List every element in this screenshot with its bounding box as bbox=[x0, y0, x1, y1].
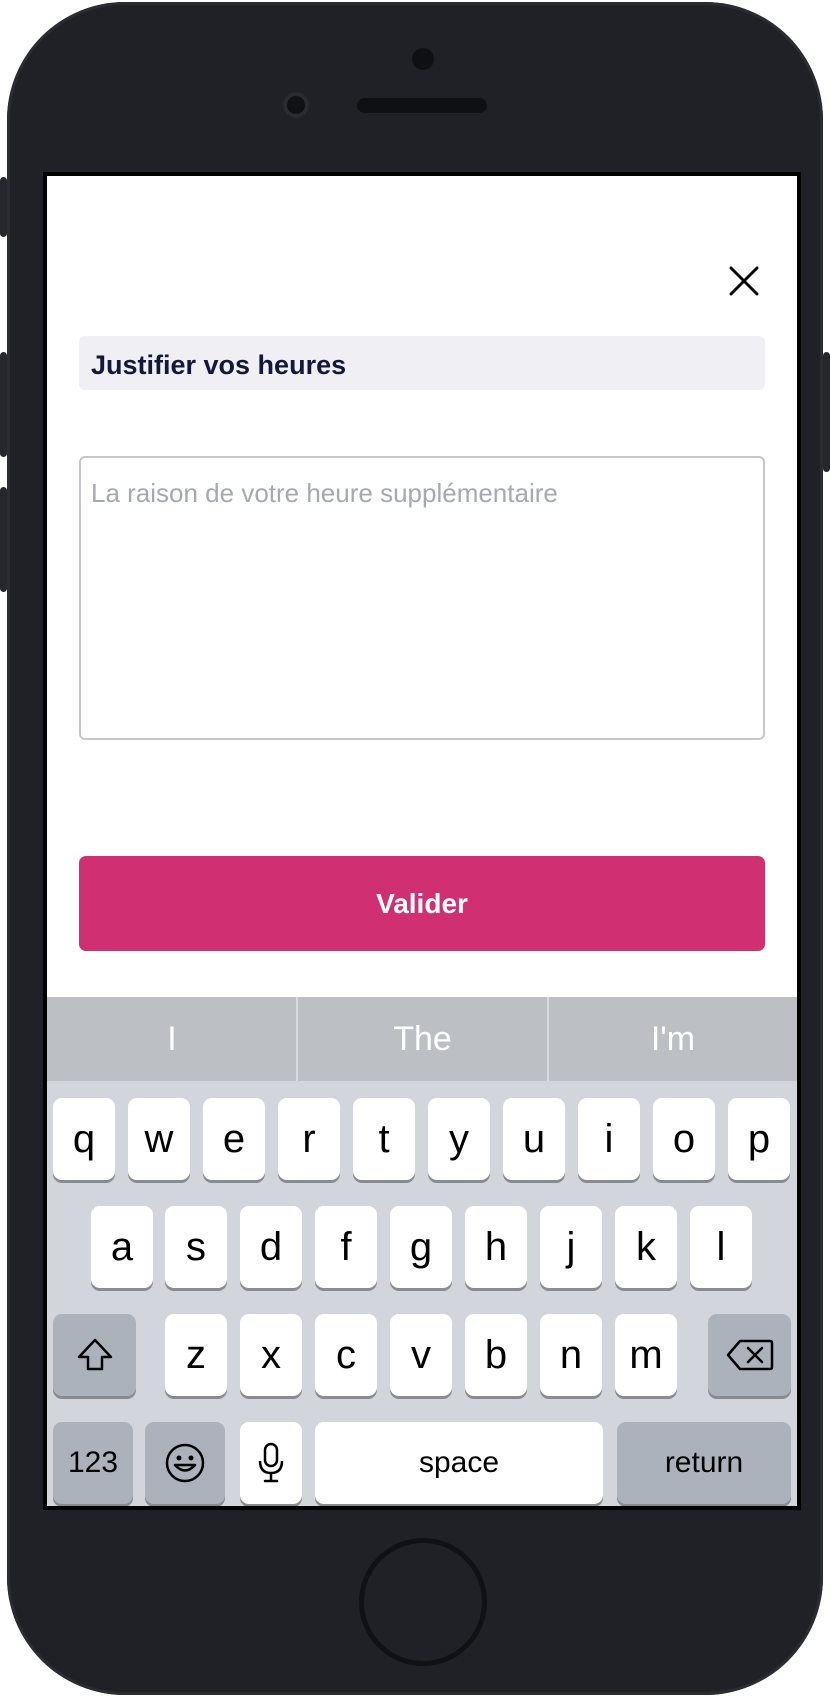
key-x[interactable]: x bbox=[240, 1314, 302, 1396]
reason-field[interactable] bbox=[79, 456, 765, 740]
valider-button[interactable]: Valider bbox=[79, 856, 765, 951]
justify-hours-modal: Justifier vos heures Valider I The I'm q… bbox=[47, 176, 797, 1506]
earpiece-speaker bbox=[357, 98, 487, 113]
key-p[interactable]: p bbox=[728, 1098, 790, 1180]
key-v[interactable]: v bbox=[390, 1314, 452, 1396]
power-button bbox=[823, 352, 830, 472]
prediction-suggestion[interactable]: The bbox=[298, 997, 547, 1081]
key-q[interactable]: q bbox=[53, 1098, 115, 1180]
key-a[interactable]: a bbox=[91, 1206, 153, 1288]
proximity-sensor bbox=[412, 48, 434, 70]
front-camera bbox=[283, 92, 309, 118]
key-y[interactable]: y bbox=[428, 1098, 490, 1180]
volume-down-button bbox=[0, 487, 7, 592]
shift-key[interactable] bbox=[53, 1314, 136, 1396]
key-b[interactable]: b bbox=[465, 1314, 527, 1396]
ios-keyboard: I The I'm q w e r t y u i o p a s d f g … bbox=[47, 997, 797, 1506]
home-button[interactable] bbox=[359, 1538, 487, 1666]
close-icon bbox=[729, 266, 759, 296]
key-k[interactable]: k bbox=[615, 1206, 677, 1288]
emoji-icon bbox=[165, 1443, 205, 1483]
microphone-key[interactable] bbox=[240, 1422, 302, 1504]
key-w[interactable]: w bbox=[128, 1098, 190, 1180]
shift-icon bbox=[77, 1338, 112, 1371]
mute-switch bbox=[0, 177, 7, 237]
key-f[interactable]: f bbox=[315, 1206, 377, 1288]
predictive-text-bar: I The I'm bbox=[47, 997, 797, 1081]
modal-title-bar: Justifier vos heures bbox=[79, 336, 765, 390]
phone-screen: Justifier vos heures Valider I The I'm q… bbox=[43, 172, 801, 1510]
key-g[interactable]: g bbox=[390, 1206, 452, 1288]
numbers-key[interactable]: 123 bbox=[53, 1422, 133, 1504]
return-key[interactable]: return bbox=[617, 1422, 791, 1504]
modal-title: Justifier vos heures bbox=[91, 350, 347, 380]
key-s[interactable]: s bbox=[165, 1206, 227, 1288]
prediction-suggestion[interactable]: I bbox=[47, 997, 297, 1081]
microphone-icon bbox=[258, 1442, 284, 1483]
key-o[interactable]: o bbox=[653, 1098, 715, 1180]
key-u[interactable]: u bbox=[503, 1098, 565, 1180]
key-i[interactable]: i bbox=[578, 1098, 640, 1180]
backspace-key[interactable] bbox=[708, 1314, 791, 1396]
phone-frame: Justifier vos heures Valider I The I'm q… bbox=[0, 2, 830, 1695]
space-key[interactable]: space bbox=[315, 1422, 603, 1504]
key-c[interactable]: c bbox=[315, 1314, 377, 1396]
key-l[interactable]: l bbox=[690, 1206, 752, 1288]
key-e[interactable]: e bbox=[203, 1098, 265, 1180]
key-d[interactable]: d bbox=[240, 1206, 302, 1288]
key-j[interactable]: j bbox=[540, 1206, 602, 1288]
reason-input[interactable] bbox=[91, 478, 751, 728]
key-n[interactable]: n bbox=[540, 1314, 602, 1396]
key-t[interactable]: t bbox=[353, 1098, 415, 1180]
key-m[interactable]: m bbox=[615, 1314, 677, 1396]
key-r[interactable]: r bbox=[278, 1098, 340, 1180]
backspace-icon bbox=[726, 1339, 773, 1371]
emoji-key[interactable] bbox=[145, 1422, 225, 1504]
key-h[interactable]: h bbox=[465, 1206, 527, 1288]
prediction-suggestion[interactable]: I'm bbox=[549, 997, 797, 1081]
key-z[interactable]: z bbox=[165, 1314, 227, 1396]
close-button[interactable] bbox=[727, 264, 761, 298]
volume-up-button bbox=[0, 352, 7, 457]
